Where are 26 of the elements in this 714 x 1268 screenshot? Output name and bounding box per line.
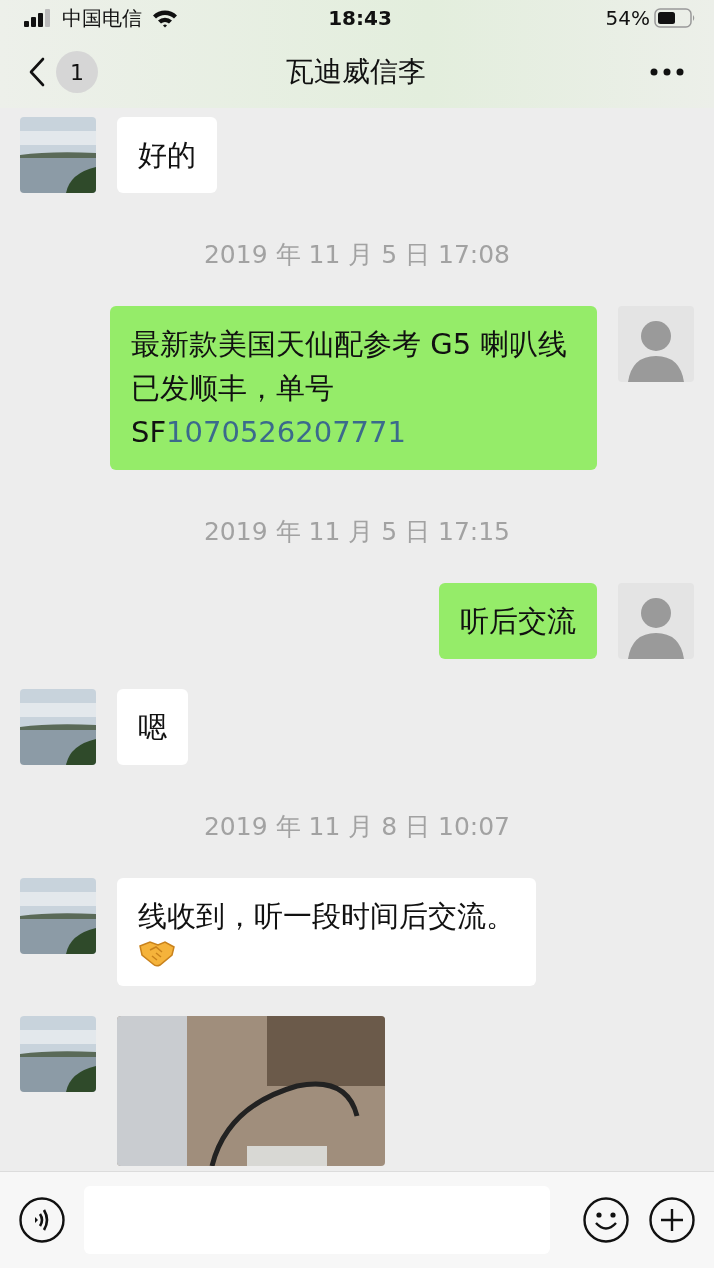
timestamp: 2019 年 11 月 8 日 10:07	[202, 813, 512, 841]
status-time: 18:43	[328, 6, 392, 30]
landscape-avatar[interactable]	[20, 689, 96, 765]
message-bubble: 最新款美国天仙配参考 G5 喇叭线已发顺丰，单号 SF1070526207771	[110, 306, 597, 470]
signal-icon	[24, 9, 52, 27]
landscape-avatar[interactable]	[20, 1016, 96, 1092]
message-bubble: 听后交流	[439, 583, 597, 659]
message-bubble: 线收到，听一段时间后交流。	[117, 878, 536, 986]
emoji-icon[interactable]	[582, 1196, 630, 1244]
timestamp: 2019 年 11 月 5 日 17:08	[202, 241, 512, 269]
unread-count[interactable]: 1	[56, 51, 98, 93]
landscape-avatar[interactable]	[20, 878, 96, 954]
plus-icon[interactable]	[648, 1196, 696, 1244]
back-icon[interactable]	[28, 57, 46, 87]
voice-icon[interactable]	[18, 1196, 66, 1244]
message-bubble: 嗯	[117, 689, 188, 765]
battery-icon	[654, 8, 696, 28]
battery-percent: 54%	[605, 6, 650, 30]
photo-placeholder[interactable]	[117, 1016, 385, 1166]
wifi-icon	[152, 8, 178, 28]
chat-title: 瓦迪威信李	[286, 54, 426, 90]
landscape-avatar[interactable]	[20, 117, 96, 193]
message-bubble: 好的	[117, 117, 217, 193]
more-icon[interactable]	[650, 68, 684, 76]
timestamp: 2019 年 11 月 5 日 17:15	[202, 518, 512, 546]
carrier-name: 中国电信	[62, 4, 142, 32]
